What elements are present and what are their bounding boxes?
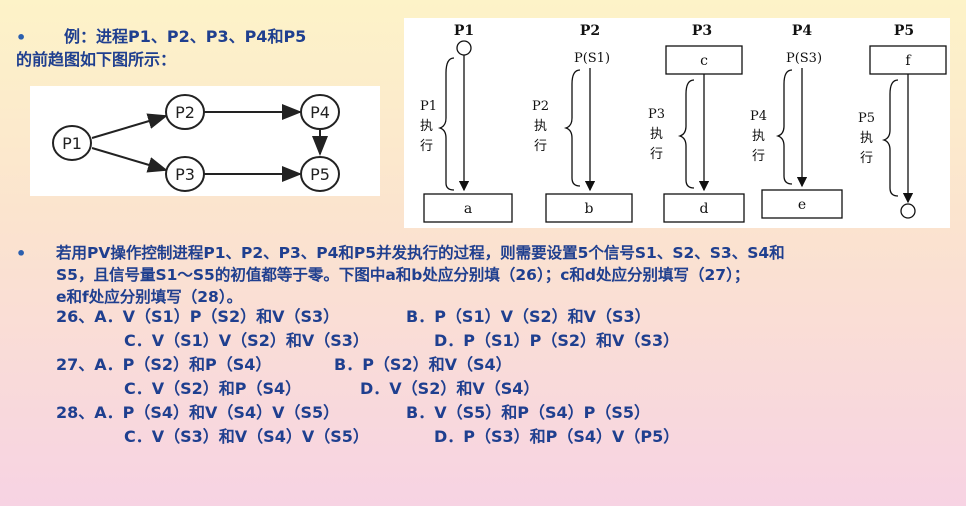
edge-p1-p3 xyxy=(91,147,168,173)
svg-text:d: d xyxy=(700,201,709,217)
node-p3: P3 xyxy=(165,156,205,192)
question-line-3: e和f处应分别填写（28）。 xyxy=(56,288,243,306)
svg-text:c: c xyxy=(700,53,708,69)
option-28-d: D．P（S3）和P（S4）V（P5） xyxy=(434,427,680,446)
process-p1: P1 P1 执 行 a xyxy=(420,23,513,223)
node-p2: P2 xyxy=(165,94,205,130)
svg-text:P4: P4 xyxy=(792,23,813,39)
node-p1: P1 xyxy=(52,125,92,161)
end-circle xyxy=(900,203,916,219)
option-28-b: B．V（S5）和P（S4）P（S5） xyxy=(406,403,651,422)
svg-text:行: 行 xyxy=(534,139,547,154)
svg-text:行: 行 xyxy=(752,149,765,164)
svg-text:P5: P5 xyxy=(894,23,914,39)
intro-line-1: 例：进程P1、P2、P3、P4和P5 xyxy=(64,27,307,46)
option-26-c: C．V（S1）V（S2）和V（S3） xyxy=(124,331,369,350)
brace xyxy=(775,69,793,185)
svg-text:P1: P1 xyxy=(420,99,437,114)
svg-text:P3: P3 xyxy=(692,23,712,39)
svg-text:P4: P4 xyxy=(310,103,330,122)
brace xyxy=(563,69,581,187)
question-line-2: S5，且信号量S1～S5的初值都等于零。下图中a和b处应分别填（26）；c和d处… xyxy=(56,266,750,284)
svg-text:P2: P2 xyxy=(175,103,195,122)
option-28-a: 28、A．P（S4）和V（S4）V（S5） xyxy=(56,403,340,422)
pv-diagram: P1 P1 执 行 a P2 P(S1) P2 执 行 b P3 c P3 执 … xyxy=(404,18,950,228)
intro-bullet: • xyxy=(16,28,27,47)
svg-text:执: 执 xyxy=(534,119,547,134)
process-p2: P2 P(S1) P2 执 行 b xyxy=(532,23,633,223)
svg-text:b: b xyxy=(585,201,594,217)
option-27-b: B．P（S2）和V（S4） xyxy=(334,355,512,374)
svg-text:P1: P1 xyxy=(454,23,474,39)
process-p4: P4 P(S3) P4 执 行 e xyxy=(750,23,843,219)
option-27-d: D．V（S2）和V（S4） xyxy=(360,379,540,398)
svg-text:P2: P2 xyxy=(532,99,549,114)
svg-text:P5: P5 xyxy=(858,111,875,126)
option-26-b: B．P（S1）V（S2）和V（S3） xyxy=(406,307,651,326)
precedence-graph: P1 P2 P3 P4 P5 xyxy=(30,86,380,196)
svg-text:P5: P5 xyxy=(310,165,330,184)
svg-text:执: 执 xyxy=(420,119,433,134)
option-26-d: D．P（S1）P（S2）和V（S3） xyxy=(434,331,680,350)
svg-text:P2: P2 xyxy=(580,23,600,39)
svg-text:e: e xyxy=(798,197,806,213)
precedence-graph-svg: P1 P2 P3 P4 P5 xyxy=(52,94,340,192)
svg-text:行: 行 xyxy=(860,151,873,166)
svg-text:P3: P3 xyxy=(648,107,665,122)
pv-diagram-svg: P1 P1 执 行 a P2 P(S1) P2 执 行 b P3 c P3 执 … xyxy=(420,23,947,223)
svg-text:P(S3): P(S3) xyxy=(786,51,822,66)
svg-text:P3: P3 xyxy=(175,165,195,184)
svg-text:P(S1): P(S1) xyxy=(574,51,610,66)
svg-text:P4: P4 xyxy=(750,109,767,124)
option-28-c: C．V（S3）和V（S4）V（S5） xyxy=(124,427,369,446)
svg-text:P1: P1 xyxy=(62,134,82,153)
edge-p1-p2 xyxy=(91,113,168,139)
intro-line-2: 的前趋图如下图所示： xyxy=(16,50,177,69)
option-27-a: 27、A．P（S2）和P（S4） xyxy=(56,355,272,374)
option-26-a: 26、A．V（S1）P（S2）和V（S3） xyxy=(56,307,340,326)
svg-text:执: 执 xyxy=(650,127,663,142)
option-27-c: C．V（S2）和P（S4） xyxy=(124,379,302,398)
svg-text:执: 执 xyxy=(860,131,873,146)
brace xyxy=(677,79,695,189)
svg-text:行: 行 xyxy=(650,147,663,162)
node-p4: P4 xyxy=(300,94,340,130)
process-p3: P3 c P3 执 行 d xyxy=(648,23,745,223)
process-p5: P5 f P5 执 行 xyxy=(858,23,947,219)
question-line-1: 若用PV操作控制进程P1、P2、P3、P4和P5并发执行的过程，则需要设置5个信… xyxy=(56,244,785,262)
brace xyxy=(437,57,455,191)
svg-text:a: a xyxy=(464,201,472,217)
question-bullet: • xyxy=(16,244,27,263)
node-p5: P5 xyxy=(300,156,340,192)
start-circle xyxy=(456,40,472,56)
svg-text:行: 行 xyxy=(420,139,433,154)
brace xyxy=(881,79,899,197)
svg-text:执: 执 xyxy=(752,129,765,144)
